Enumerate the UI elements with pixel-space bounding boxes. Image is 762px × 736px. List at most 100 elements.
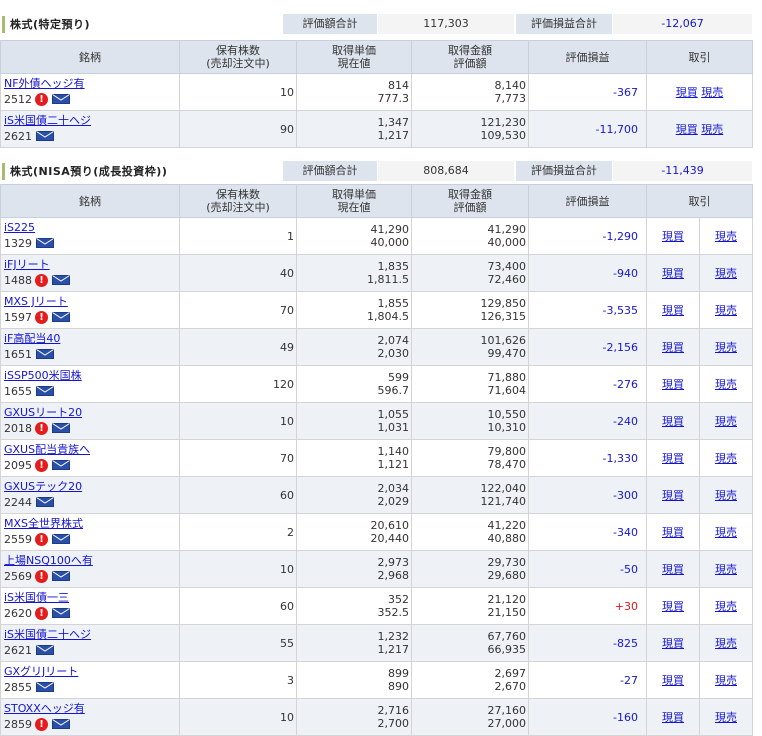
table-row: GXUSリート20 2018! 10 1,055 1,031 10,550 10,310 -2… <box>0 402 753 440</box>
table-row: iFJリート 1488! 40 1,835 1,811.5 73,400 72,460 -94… <box>0 254 753 292</box>
alert-icon[interactable]: ! <box>35 421 48 435</box>
alert-icon[interactable]: ! <box>35 606 48 620</box>
security-name-link[interactable]: NF外債ヘッジ有 <box>4 77 85 90</box>
price-cell: 1,835 1,811.5 <box>296 254 412 292</box>
buy-link[interactable]: 現買 <box>662 415 684 428</box>
sell-link[interactable]: 現売 <box>715 415 737 428</box>
security-cell: GXグリJリート 2855 <box>0 661 180 699</box>
security-name-link[interactable]: STOXXヘッジ有 <box>4 702 85 715</box>
mail-icon[interactable] <box>52 719 70 729</box>
buy-link[interactable]: 現買 <box>662 600 684 613</box>
alert-icon[interactable]: ! <box>35 717 48 731</box>
sell-link[interactable]: 現売 <box>715 304 737 317</box>
buy-link[interactable]: 現買 <box>662 378 684 391</box>
buy-link[interactable]: 現買 <box>662 637 684 650</box>
buy-cell: 現買 <box>646 439 700 477</box>
sell-link[interactable]: 現売 <box>715 378 737 391</box>
sell-link[interactable]: 現売 <box>715 230 737 243</box>
col-header-trade: 取引 <box>646 40 753 74</box>
sell-link[interactable]: 現売 <box>701 86 723 99</box>
buy-link[interactable]: 現買 <box>676 123 698 136</box>
table-row: iF高配当40 1651 49 2,074 2,030 101,626 99,470 -2,1… <box>0 328 753 366</box>
buy-link[interactable]: 現買 <box>662 674 684 687</box>
table-header-row: 銘柄 保有株数 (売却注文中) 取得単価 現在値 取得金額 評価額 評価損益 取引 <box>0 40 753 74</box>
sell-link[interactable]: 現売 <box>715 563 737 576</box>
sell-cell: 現売 <box>699 254 753 292</box>
mail-icon[interactable] <box>52 423 70 433</box>
mail-icon[interactable] <box>52 608 70 618</box>
mail-icon[interactable] <box>52 534 70 544</box>
buy-link[interactable]: 現買 <box>662 341 684 354</box>
mail-icon[interactable] <box>52 571 70 581</box>
sell-link[interactable]: 現売 <box>715 637 737 650</box>
security-name-link[interactable]: MXS全世界株式 <box>4 517 83 530</box>
security-name-link[interactable]: iS米国債一三 <box>4 591 69 604</box>
qty-cell: 60 <box>179 587 297 625</box>
price-cell: 1,232 1,217 <box>296 624 412 662</box>
buy-cell: 現買 <box>646 402 700 440</box>
price-cell: 1,347 1,217 <box>296 110 412 148</box>
security-name-link[interactable]: GXUSリート20 <box>4 406 82 419</box>
alert-icon[interactable]: ! <box>35 92 48 106</box>
security-name-link[interactable]: iFJリート <box>4 258 50 271</box>
buy-link[interactable]: 現買 <box>662 452 684 465</box>
sell-link[interactable]: 現売 <box>715 341 737 354</box>
mail-icon[interactable] <box>36 386 54 396</box>
security-name-link[interactable]: GXグリJリート <box>4 665 78 678</box>
buy-cell: 現買 <box>646 587 700 625</box>
alert-icon[interactable]: ! <box>35 273 48 287</box>
security-cell: MXS全世界株式 2559! <box>0 513 180 551</box>
security-code: 2569 <box>4 569 32 583</box>
mail-icon[interactable] <box>36 238 54 248</box>
buy-link[interactable]: 現買 <box>662 230 684 243</box>
holdings-table: 銘柄 保有株数 (売却注文中) 取得単価 現在値 取得金額 評価額 評価損益 取引 N… <box>0 40 753 148</box>
mail-icon[interactable] <box>36 682 54 692</box>
mail-icon[interactable] <box>36 349 54 359</box>
sell-link[interactable]: 現売 <box>715 267 737 280</box>
security-name-link[interactable]: MXS Jリート <box>4 295 68 308</box>
price-cell: 899 890 <box>296 661 412 699</box>
security-name-link[interactable]: iS225 <box>4 221 35 234</box>
price-cell: 2,034 2,029 <box>296 476 412 514</box>
alert-icon[interactable]: ! <box>35 532 48 546</box>
mail-icon[interactable] <box>52 460 70 470</box>
buy-link[interactable]: 現買 <box>662 711 684 724</box>
price-cell: 1,055 1,031 <box>296 402 412 440</box>
security-name-link[interactable]: GXUSテック20 <box>4 480 82 493</box>
sell-link[interactable]: 現売 <box>715 600 737 613</box>
mail-icon[interactable] <box>36 131 54 141</box>
security-name-link[interactable]: iS米国債二十ヘジ <box>4 114 91 127</box>
security-name-link[interactable]: iS米国債二十ヘジ <box>4 628 91 641</box>
security-name-link[interactable]: GXUS配当貴族へ <box>4 443 90 456</box>
mail-icon[interactable] <box>52 312 70 322</box>
col-header-pl: 評価損益 <box>528 184 647 218</box>
amount-cell: 29,730 29,680 <box>411 550 529 588</box>
buy-link[interactable]: 現買 <box>662 489 684 502</box>
buy-link[interactable]: 現買 <box>662 267 684 280</box>
buy-link[interactable]: 現買 <box>662 563 684 576</box>
sell-link[interactable]: 現売 <box>715 711 737 724</box>
alert-icon[interactable]: ! <box>35 458 48 472</box>
security-cell: GXUSテック20 2244 <box>0 476 180 514</box>
mail-icon[interactable] <box>52 94 70 104</box>
sell-link[interactable]: 現売 <box>715 452 737 465</box>
security-code: 2095 <box>4 458 32 472</box>
buy-link[interactable]: 現買 <box>662 526 684 539</box>
security-name-link[interactable]: 上場NSQ100へ有 <box>4 554 93 567</box>
sell-link[interactable]: 現売 <box>701 123 723 136</box>
alert-icon[interactable]: ! <box>35 310 48 324</box>
mail-icon[interactable] <box>52 275 70 285</box>
sell-link[interactable]: 現売 <box>715 526 737 539</box>
alert-icon[interactable]: ! <box>35 569 48 583</box>
mail-icon[interactable] <box>36 645 54 655</box>
qty-cell: 70 <box>179 439 297 477</box>
buy-link[interactable]: 現買 <box>662 304 684 317</box>
mail-icon[interactable] <box>36 497 54 507</box>
sell-link[interactable]: 現売 <box>715 674 737 687</box>
sell-link[interactable]: 現売 <box>715 489 737 502</box>
security-name-link[interactable]: iF高配当40 <box>4 332 60 345</box>
pl-cell: -825 <box>528 624 647 662</box>
security-name-link[interactable]: iSSP500米国株 <box>4 369 82 382</box>
buy-link[interactable]: 現買 <box>676 86 698 99</box>
security-cell: iS米国債二十ヘジ 2621 <box>0 110 180 148</box>
